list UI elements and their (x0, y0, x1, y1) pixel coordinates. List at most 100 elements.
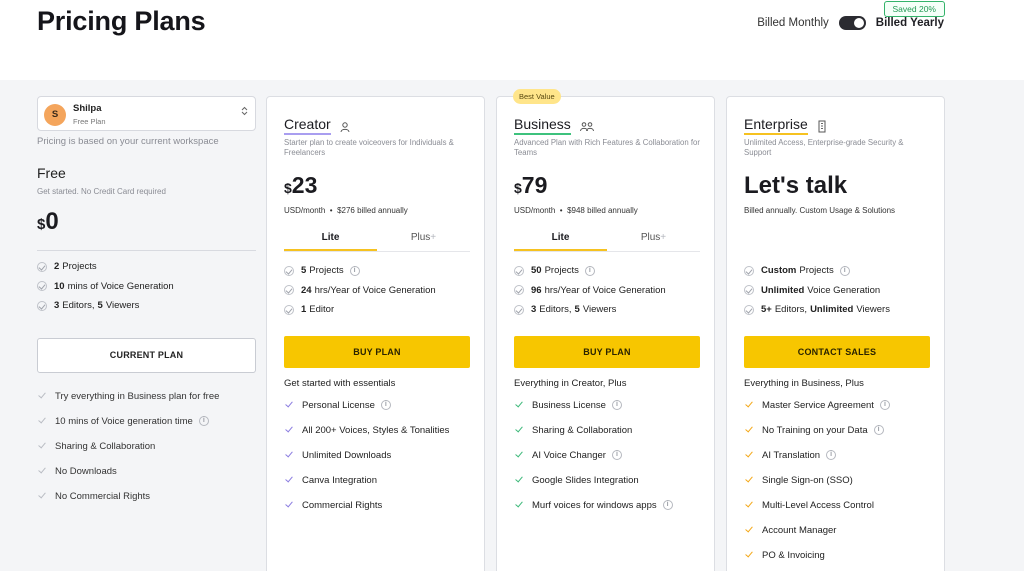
check-circle-icon (37, 281, 47, 292)
feature-bold: 2 (54, 261, 60, 273)
plan-description: Get started. No Credit Card required (37, 187, 166, 196)
check-circle-icon (744, 304, 754, 315)
check-circle-icon (37, 300, 47, 311)
buy-plan-button[interactable]: BUY PLAN (284, 335, 470, 368)
info-icon[interactable]: i (839, 265, 850, 276)
feature-text: Editors, (62, 300, 95, 312)
avatar: S (44, 104, 66, 126)
perk-item: All 200+ Voices, Styles & Tonalities (284, 418, 470, 443)
creator-plan-card: Creator Starter plan to create voiceover… (266, 96, 485, 571)
divider (37, 250, 256, 251)
check-icon (38, 393, 47, 399)
plan-description: Starter plan to create voiceovers for In… (284, 138, 454, 157)
plan-price: $23 (284, 172, 470, 202)
feature-bold: Unlimited (810, 304, 854, 316)
free-plan-column: S Shilpa Free Plan Pricing is based on y… (37, 96, 256, 509)
perk-text: Single Sign-on (SSO) (762, 474, 853, 486)
feature-list: Custom Projects i Unlimited Voice Generatio… (744, 261, 930, 320)
info-icon[interactable]: i (879, 400, 890, 410)
feature-item: 2 Projects (37, 257, 256, 277)
perk-text: Unlimited Downloads (302, 449, 392, 461)
plan-name: Free (37, 165, 66, 181)
feature-bold: 3 (531, 304, 537, 316)
price-note: USD/month • $276 billed annually (284, 206, 408, 215)
plan-name: Creator (284, 116, 331, 135)
feature-item: 50 Projects i (514, 261, 700, 281)
check-circle-icon (744, 265, 754, 276)
perk-text: Sharing & Collaboration (55, 440, 156, 452)
info-icon[interactable]: i (873, 425, 884, 435)
perk-item: PO & Invoicing (744, 543, 930, 568)
billed-yearly-label[interactable]: Billed Yearly (876, 17, 944, 29)
plan-price: Let's talk (744, 172, 848, 199)
perk-text: No Training on your Data (762, 424, 868, 436)
feature-item: Custom Projects i (744, 261, 930, 281)
perk-text: PO & Invoicing (762, 549, 825, 561)
info-icon[interactable]: i (198, 416, 209, 426)
check-icon (38, 443, 47, 449)
info-icon[interactable]: i (380, 400, 391, 410)
feature-bold: 5 (301, 265, 307, 277)
feature-list: 5 Projects i 24 hrs/Year of Voice Generatio… (284, 261, 470, 320)
tab-plus[interactable]: Plus+ (377, 232, 470, 251)
billed-note: $948 billed annually (567, 206, 638, 215)
feature-bold: 10 (54, 280, 65, 292)
plan-price: $79 (514, 172, 700, 202)
info-icon[interactable]: i (611, 450, 622, 460)
billed-monthly-label[interactable]: Billed Monthly (757, 17, 829, 29)
perk-text: Google Slides Integration (532, 474, 639, 486)
tab-lite[interactable]: Lite (284, 232, 377, 251)
info-icon[interactable]: i (826, 450, 837, 460)
perk-text: No Commercial Rights (55, 490, 151, 502)
perk-item: Single Sign-on (SSO) (744, 468, 930, 493)
tab-plus-label: Plus (410, 232, 431, 243)
check-icon (745, 452, 754, 458)
plan-header: Business (514, 116, 700, 135)
perk-text: 10 mins of Voice generation time (55, 415, 193, 427)
info-icon[interactable]: i (584, 265, 595, 276)
feature-item: 3 Editors, 5 Viewers (37, 296, 256, 316)
info-icon[interactable]: i (611, 400, 622, 410)
perk-list: Master Service Agreement i No Training on… (744, 393, 930, 568)
team-icon (579, 120, 595, 132)
feature-list: 2 Projects 10 mins of Voice Generation 3 Ed… (37, 257, 256, 316)
check-circle-icon (514, 265, 524, 276)
check-icon (38, 493, 47, 499)
workspace-selector[interactable]: S Shilpa Free Plan (37, 96, 256, 131)
perk-text: Business License (532, 399, 606, 411)
current-plan-button[interactable]: CURRENT PLAN (37, 337, 256, 373)
price-value: 23 (291, 172, 318, 198)
check-icon (285, 502, 294, 508)
feature-text: Editors, (774, 304, 808, 316)
feature-item: 1 Editor (284, 300, 470, 320)
perk-text: Master Service Agreement (762, 399, 874, 411)
tab-plus[interactable]: Plus+ (607, 232, 700, 251)
check-icon (515, 452, 524, 458)
perk-list: Try everything in Business plan for free… (37, 384, 256, 509)
feature-bold: Custom (761, 265, 797, 277)
check-icon (745, 552, 754, 558)
perk-item: AI Translation i (744, 443, 930, 468)
info-icon[interactable]: i (662, 500, 673, 510)
check-icon (38, 468, 47, 474)
toggle-knob (853, 18, 864, 28)
perk-item: Business License i (514, 393, 700, 418)
check-icon (285, 452, 294, 458)
feature-text: Projects (62, 261, 97, 273)
feature-bold: Unlimited (761, 284, 805, 296)
info-icon[interactable]: i (349, 265, 360, 276)
feature-bold: 5 (574, 304, 580, 316)
billing-toggle[interactable] (838, 16, 866, 30)
feature-item: 96 hrs/Year of Voice Generation (514, 281, 700, 301)
pricing-area: S Shilpa Free Plan Pricing is based on y… (0, 80, 1024, 571)
contact-sales-button[interactable]: CONTACT SALES (744, 335, 930, 368)
tab-lite[interactable]: Lite (514, 232, 607, 251)
feature-item: Unlimited Voice Generation (744, 281, 930, 301)
perk-item: 10 mins of Voice generation time i (37, 409, 256, 434)
price-unit: USD/month (514, 206, 556, 215)
check-icon (285, 427, 294, 433)
feature-bold: 50 (531, 265, 542, 277)
feature-list: 50 Projects i 96 hrs/Year of Voice Generati… (514, 261, 700, 320)
price-note: USD/month • $948 billed annually (514, 206, 638, 215)
buy-plan-button[interactable]: BUY PLAN (514, 335, 700, 368)
